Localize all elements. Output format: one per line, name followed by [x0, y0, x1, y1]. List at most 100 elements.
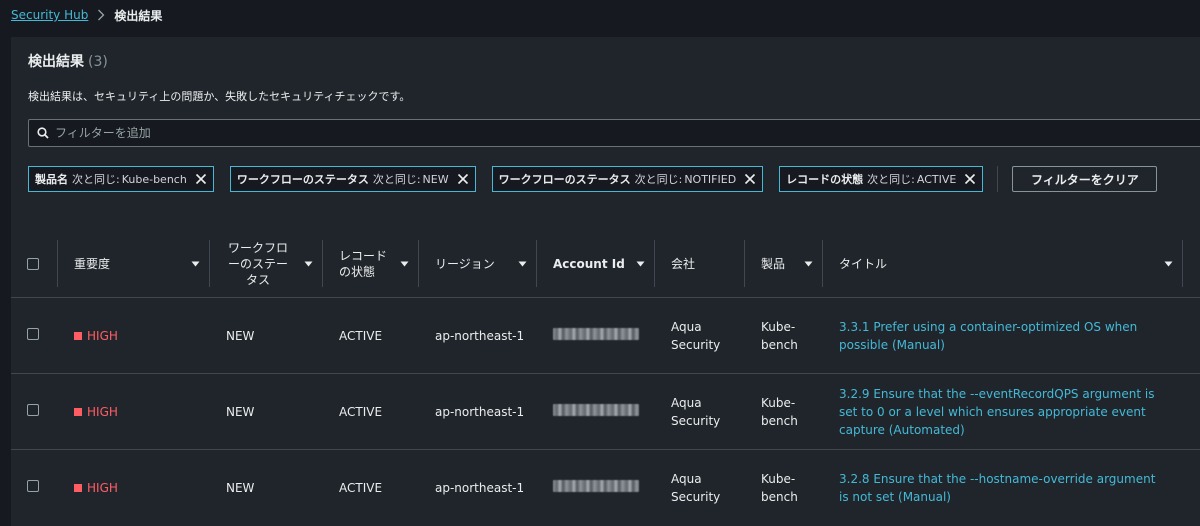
finding-title-link[interactable]: 3.2.9 Ensure that the --eventRecordQPS a…	[839, 387, 1154, 437]
table-row[interactable]: HIGH NEW ACTIVE ap-northeast-1 Aqua Secu…	[11, 373, 1200, 450]
column-label: 製品	[761, 257, 786, 271]
token-operator: 次と同じ:	[72, 173, 120, 186]
severity-cell: HIGH	[58, 450, 210, 526]
column-label: 会社	[671, 257, 696, 271]
extra-cell	[1183, 450, 1200, 526]
select-all-checkbox[interactable]	[27, 257, 39, 270]
company-cell: Aqua Security	[671, 319, 721, 352]
account-id-cell	[537, 298, 655, 374]
row-checkbox[interactable]	[27, 403, 39, 416]
record-state-cell: ACTIVE	[339, 328, 383, 343]
token-value: NOTIFIED	[684, 172, 737, 186]
filter-input[interactable]	[55, 126, 655, 140]
column-header-company[interactable]: 会社	[655, 230, 745, 298]
panel-description: 検出結果は、セキュリティ上の問題か、失敗したセキュリティチェックです。	[28, 90, 411, 103]
account-id-cell	[537, 450, 655, 526]
findings-panel: 検出結果 (3) 検出結果は、セキュリティ上の問題か、失敗したセキュリティチェック…	[11, 37, 1200, 526]
findings-table: 重要度 ワークフローのステータス レコードの状態 リージョン Account I…	[11, 230, 1200, 526]
column-label: ワークフローのステータス	[227, 240, 288, 287]
extra-cell	[1183, 298, 1200, 374]
severity-square-icon	[74, 331, 82, 340]
close-icon[interactable]	[964, 173, 976, 185]
company-cell: Aqua Security	[671, 395, 721, 428]
title-cell: 3.2.8 Ensure that the --hostname-overrid…	[823, 450, 1183, 526]
caret-down-icon	[518, 261, 527, 267]
column-header-region[interactable]: リージョン	[419, 230, 537, 298]
caret-down-icon	[1164, 261, 1173, 267]
column-header-workflow[interactable]: ワークフローのステータス	[210, 230, 323, 298]
table-header-row: 重要度 ワークフローのステータス レコードの状態 リージョン Account I…	[11, 230, 1200, 298]
token-divider	[997, 166, 999, 192]
column-label: Account Id	[553, 256, 625, 271]
severity-cell: HIGH	[58, 298, 210, 374]
redacted-account-id	[553, 403, 639, 416]
region-cell: ap-northeast-1	[435, 404, 525, 419]
severity-label: HIGH	[87, 328, 118, 343]
account-id-cell	[537, 374, 655, 450]
caret-down-icon	[304, 261, 313, 267]
record-state-cell: ACTIVE	[339, 404, 383, 419]
caret-down-icon	[400, 261, 409, 267]
panel-header: 検出結果 (3)	[28, 51, 108, 71]
workflow-cell: NEW	[226, 328, 255, 343]
token-key: ワークフローのステータス	[236, 173, 369, 186]
title-cell: 3.3.1 Prefer using a container-optimized…	[823, 298, 1183, 374]
column-header-extra	[1183, 230, 1200, 298]
title-cell: 3.2.9 Ensure that the --eventRecordQPS a…	[823, 374, 1183, 450]
severity-label: HIGH	[87, 404, 118, 419]
row-select-cell	[11, 298, 58, 374]
row-select-cell	[11, 374, 58, 450]
column-header-title[interactable]: タイトル	[823, 230, 1183, 298]
column-header-product[interactable]: 製品	[745, 230, 823, 298]
token-key: ワークフローのステータス	[498, 173, 631, 186]
redacted-account-id	[553, 479, 639, 492]
close-icon[interactable]	[195, 173, 207, 185]
column-label: レコードの状態	[339, 248, 388, 279]
column-header-account-id[interactable]: Account Id	[537, 230, 655, 298]
filter-token-workflow-new: ワークフローのステータス 次と同じ: NEW	[229, 166, 476, 192]
table-row[interactable]: HIGH NEW ACTIVE ap-northeast-1 Aqua Secu…	[11, 449, 1200, 526]
clear-filters-button[interactable]: フィルターをクリア	[1012, 166, 1158, 192]
finding-title-link[interactable]: 3.3.1 Prefer using a container-optimized…	[839, 320, 1137, 352]
finding-title-link[interactable]: 3.2.8 Ensure that the --hostname-overrid…	[839, 472, 1155, 504]
column-label: タイトル	[839, 257, 888, 271]
findings-count: (3)	[88, 54, 108, 70]
token-value: ACTIVE	[916, 172, 957, 186]
token-key: 製品名	[35, 173, 68, 186]
token-operator: 次と同じ:	[372, 173, 421, 186]
filter-token-record-state: レコードの状態 次と同じ: ACTIVE	[779, 166, 984, 192]
column-header-severity[interactable]: 重要度	[58, 230, 210, 298]
row-checkbox[interactable]	[27, 479, 39, 492]
token-value: Kube-bench	[121, 172, 187, 186]
filter-token-product: 製品名 次と同じ: Kube-bench	[28, 166, 214, 192]
product-cell: Kube-bench	[761, 471, 798, 504]
close-icon[interactable]	[457, 173, 469, 185]
severity-square-icon	[74, 483, 82, 492]
breadcrumb-current: 検出結果	[114, 8, 163, 23]
token-operator: 次と同じ:	[634, 173, 683, 186]
page-title: 検出結果	[28, 54, 84, 70]
table-row[interactable]: HIGH NEW ACTIVE ap-northeast-1 Aqua Secu…	[11, 297, 1200, 374]
breadcrumb-security-hub-link[interactable]: Security Hub	[11, 8, 88, 22]
caret-down-icon	[636, 261, 645, 267]
workflow-cell: NEW	[226, 480, 255, 495]
row-checkbox[interactable]	[27, 327, 39, 340]
row-select-cell	[11, 450, 58, 526]
select-all-header	[11, 230, 58, 298]
filter-token-workflow-notified: ワークフローのステータス 次と同じ: NOTIFIED	[491, 166, 764, 192]
column-label: リージョン	[435, 257, 495, 271]
close-icon[interactable]	[744, 173, 756, 185]
breadcrumb: Security Hub 検出結果	[11, 6, 162, 24]
search-icon	[37, 127, 49, 139]
column-label: 重要度	[74, 257, 111, 271]
region-cell: ap-northeast-1	[435, 480, 525, 495]
token-value: NEW	[422, 172, 449, 186]
column-header-record-state[interactable]: レコードの状態	[323, 230, 419, 298]
token-key: レコードの状態	[786, 173, 864, 186]
filter-bar[interactable]	[28, 119, 1200, 147]
caret-down-icon	[804, 261, 813, 267]
caret-down-icon	[191, 261, 200, 267]
product-cell: Kube-bench	[761, 395, 798, 428]
chevron-right-icon	[97, 9, 105, 21]
company-cell: Aqua Security	[671, 471, 721, 504]
